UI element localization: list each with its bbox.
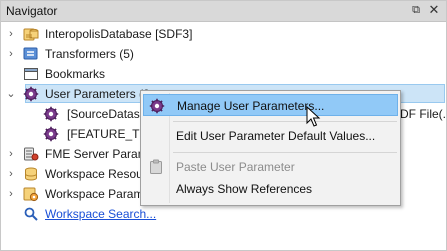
context-menu: Manage User Parameters... Edit User Para… — [140, 90, 401, 206]
menu-separator — [173, 152, 397, 153]
transformers-icon — [23, 46, 39, 62]
tree-item-trailing-text: DF File(... — [400, 107, 446, 121]
navigator-window: Navigator ⧉ ✕ › InteropolisDatabase [SDF… — [0, 0, 447, 251]
tree-item-label: FME Server Param — [45, 147, 148, 161]
tree-item-bookmarks[interactable]: Bookmarks — [1, 64, 446, 84]
chevron-down-icon[interactable]: ⌄ — [6, 87, 16, 101]
search-icon — [23, 206, 39, 222]
menu-item-manage-user-parameters[interactable]: Manage User Parameters... — [143, 94, 398, 116]
database-icon — [23, 166, 39, 182]
gear-icon — [43, 126, 59, 142]
chevron-right-icon[interactable]: › — [6, 27, 16, 41]
chevron-right-icon[interactable]: › — [6, 187, 16, 201]
tree-item-workspace-search[interactable]: Workspace Search... — [1, 204, 446, 224]
tree-item-label: Workspace Resou — [45, 167, 143, 181]
chevron-right-icon[interactable]: › — [6, 167, 16, 181]
menu-item-label: Paste User Parameter — [176, 160, 295, 174]
gear-icon — [23, 186, 39, 202]
tree-item-label: Workspace Param — [45, 187, 144, 201]
clipboard-icon — [148, 159, 164, 175]
tree-item-label: InteropolisDatabase [SDF3] — [45, 27, 193, 41]
menu-item-label: Always Show References — [176, 182, 313, 196]
tree-item-transformers[interactable]: › Transformers (5) — [1, 44, 446, 64]
workspace-search-link[interactable]: Workspace Search... — [45, 207, 156, 221]
menu-item-label: Manage User Parameters... — [177, 99, 325, 113]
close-icon[interactable]: ✕ — [427, 3, 441, 17]
reader-dataset-icon — [23, 26, 39, 42]
tree-item-label: User Parameters (2 — [45, 87, 150, 101]
chevron-right-icon[interactable]: › — [6, 47, 16, 61]
server-params-icon — [23, 146, 39, 162]
bookmarks-icon — [23, 66, 39, 82]
gear-icon — [149, 98, 165, 114]
gear-icon — [43, 106, 59, 122]
menu-separator — [173, 121, 397, 122]
title-bar: Navigator ⧉ ✕ — [1, 1, 446, 22]
menu-item-always-show-references[interactable]: Always Show References — [143, 178, 398, 200]
tree-item-reader-dataset[interactable]: › InteropolisDatabase [SDF3] — [1, 24, 446, 44]
tree-item-label: Transformers (5) — [45, 47, 134, 61]
menu-item-edit-default-values[interactable]: Edit User Parameter Default Values... — [143, 125, 398, 147]
window-title: Navigator — [6, 4, 58, 18]
menu-item-paste-user-parameter: Paste User Parameter — [143, 156, 398, 178]
tree-item-label: [SourceDataset — [67, 107, 150, 121]
tree-item-label: Bookmarks — [45, 67, 106, 81]
gear-icon — [23, 86, 39, 102]
float-window-icon[interactable]: ⧉ — [409, 3, 423, 17]
menu-item-label: Edit User Parameter Default Values... — [176, 129, 376, 143]
chevron-right-icon[interactable]: › — [6, 147, 16, 161]
mouse-cursor-icon — [306, 106, 321, 127]
